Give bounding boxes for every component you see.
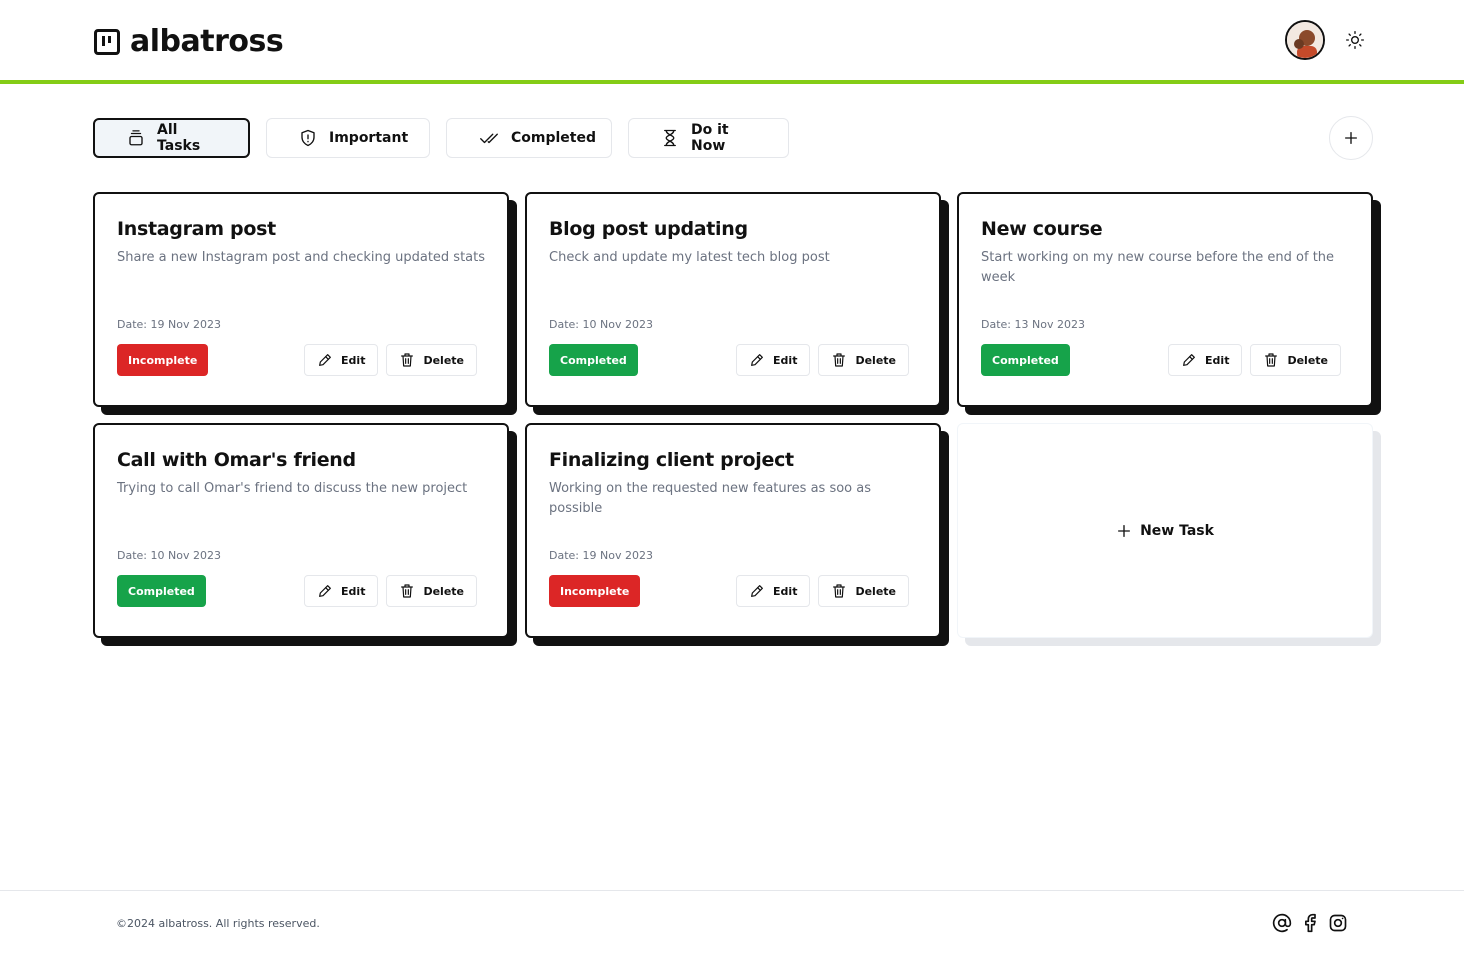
delete-label: Delete — [1287, 353, 1328, 367]
task-actions: Edit Delete — [304, 575, 477, 607]
trash-icon — [833, 353, 846, 367]
task-date: Date: 19 Nov 2023 — [549, 549, 653, 562]
copyright: ©2024 albatross. All rights reserved. — [116, 917, 320, 930]
status-badge[interactable]: Completed — [117, 575, 206, 607]
delete-button[interactable]: Delete — [818, 575, 909, 607]
edit-button[interactable]: Edit — [736, 344, 811, 376]
trash-icon — [401, 353, 414, 367]
task-date: Date: 10 Nov 2023 — [117, 549, 221, 562]
edit-label: Edit — [1205, 353, 1230, 367]
task-title: New course — [981, 218, 1103, 240]
task-date: Date: 10 Nov 2023 — [549, 318, 653, 331]
sun-icon[interactable] — [1343, 28, 1367, 52]
task-actions: Edit Delete — [736, 344, 909, 376]
task-actions: Edit Delete — [1168, 344, 1341, 376]
kanban-icon — [94, 28, 120, 55]
double-check-icon — [480, 133, 498, 144]
plus-icon — [1345, 132, 1357, 144]
edit-label: Edit — [341, 584, 366, 598]
trash-icon — [833, 584, 846, 598]
tab-completed[interactable]: Completed — [446, 118, 612, 158]
trash-icon — [1265, 353, 1278, 367]
filter-tabs: All Tasks Important Completed Do it Now — [93, 118, 789, 158]
add-task-button[interactable] — [1329, 116, 1373, 160]
task-actions: Edit Delete — [304, 344, 477, 376]
edit-button[interactable]: Edit — [736, 575, 811, 607]
pencil-icon — [319, 585, 331, 597]
header: albatross — [0, 0, 1464, 84]
pencil-icon — [751, 354, 763, 366]
task-actions: Edit Delete — [736, 575, 909, 607]
edit-button[interactable]: Edit — [1168, 344, 1243, 376]
task-description: Working on the requested new features as… — [549, 481, 872, 516]
tab-label: Important — [329, 130, 409, 146]
tab-label: Do it Now — [691, 122, 729, 154]
logo[interactable]: albatross — [94, 24, 284, 59]
hourglass-icon — [664, 129, 676, 147]
tab-important[interactable]: Important — [266, 118, 430, 158]
task-card: Finalizing client project Working on the… — [525, 423, 941, 638]
task-description: Share a new Instagram post and checking … — [117, 250, 486, 265]
shield-alert-icon — [301, 129, 315, 147]
trash-icon — [401, 584, 414, 598]
status-badge[interactable]: Completed — [981, 344, 1070, 376]
task-date: Date: 19 Nov 2023 — [117, 318, 221, 331]
footer: ©2024 albatross. All rights reserved. — [0, 890, 1464, 954]
delete-button[interactable]: Delete — [386, 344, 477, 376]
task-description: Check and update my latest tech blog pos… — [549, 250, 830, 265]
task-card: Blog post updating Check and update my l… — [525, 192, 941, 407]
edit-button[interactable]: Edit — [304, 575, 379, 607]
avatar[interactable] — [1285, 20, 1325, 60]
status-badge[interactable]: Completed — [549, 344, 638, 376]
instagram-icon[interactable] — [1328, 913, 1348, 933]
pencil-icon — [751, 585, 763, 597]
tab-label: Completed — [511, 130, 597, 146]
task-card: New course Start working on my new cours… — [957, 192, 1373, 407]
status-badge[interactable]: Incomplete — [117, 344, 209, 376]
task-description: Start working on my new course before th… — [981, 250, 1335, 285]
edit-label: Edit — [773, 353, 798, 367]
delete-button[interactable]: Delete — [1250, 344, 1341, 376]
delete-button[interactable]: Delete — [386, 575, 477, 607]
task-title: Instagram post — [117, 218, 276, 240]
status-badge[interactable]: Incomplete — [549, 575, 641, 607]
edit-button[interactable]: Edit — [304, 344, 379, 376]
layers-icon — [129, 130, 143, 146]
pencil-icon — [319, 354, 331, 366]
tab-all-tasks[interactable]: All Tasks — [93, 118, 250, 158]
at-sign-icon[interactable] — [1272, 913, 1292, 933]
delete-button[interactable]: Delete — [818, 344, 909, 376]
task-card: Instagram post Share a new Instagram pos… — [93, 192, 509, 407]
edit-label: Edit — [773, 584, 798, 598]
tab-label: All Tasks — [157, 122, 201, 154]
social-links — [1272, 913, 1348, 933]
tab-do-it-now[interactable]: Do it Now — [628, 118, 789, 158]
new-task-card[interactable]: New Task — [957, 423, 1373, 638]
task-description: Trying to call Omar's friend to discuss … — [117, 481, 468, 496]
delete-label: Delete — [423, 584, 464, 598]
pencil-icon — [1183, 354, 1195, 366]
task-title: Call with Omar's friend — [117, 449, 356, 471]
delete-label: Delete — [423, 353, 464, 367]
facebook-icon[interactable] — [1300, 913, 1320, 933]
plus-icon — [1118, 524, 1131, 537]
edit-label: Edit — [341, 353, 366, 367]
delete-label: Delete — [855, 584, 896, 598]
task-title: Blog post updating — [549, 218, 748, 240]
delete-label: Delete — [855, 353, 896, 367]
app-name: albatross — [130, 24, 284, 59]
task-card: Call with Omar's friend Trying to call O… — [93, 423, 509, 638]
new-task-label: New Task — [1140, 522, 1214, 539]
task-title: Finalizing client project — [549, 449, 794, 471]
task-date: Date: 13 Nov 2023 — [981, 318, 1085, 331]
